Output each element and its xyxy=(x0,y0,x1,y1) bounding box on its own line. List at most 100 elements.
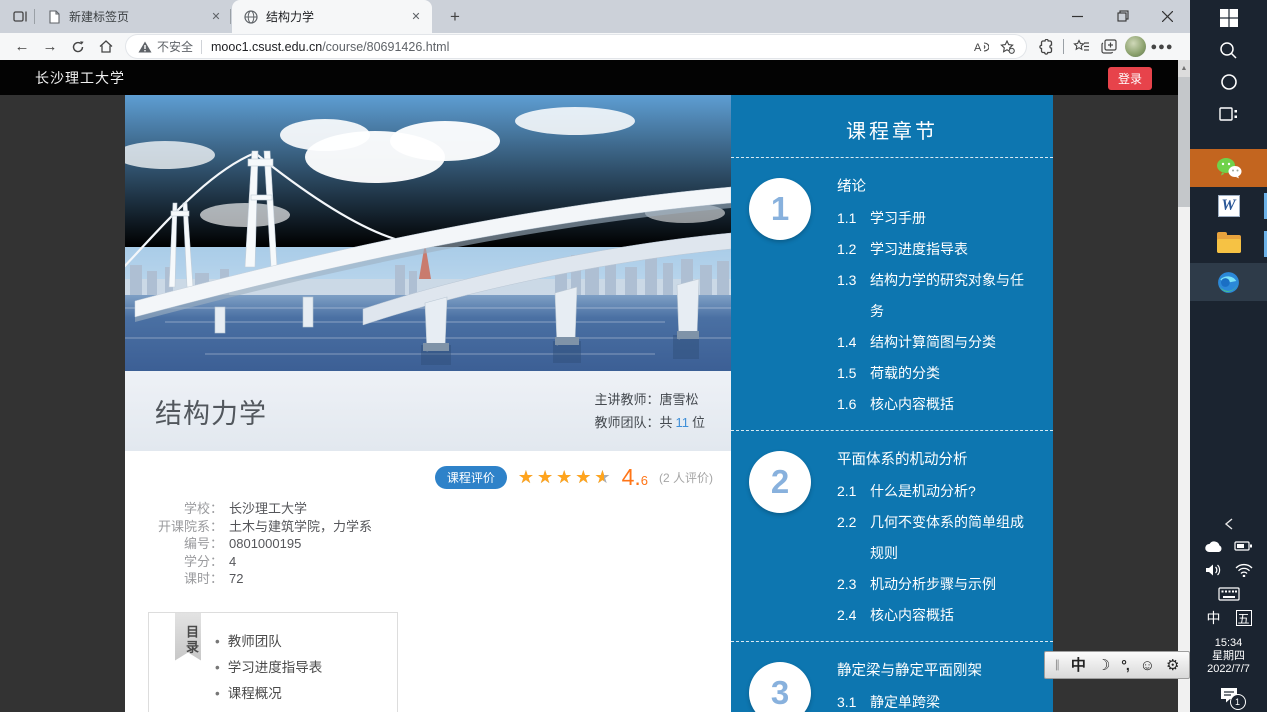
chapter-item[interactable]: 1.1学习手册 xyxy=(837,203,1033,234)
collections-icon[interactable] xyxy=(1095,35,1123,59)
chapter-title[interactable]: 绪论 xyxy=(837,172,1033,203)
security-warning-label[interactable]: 不安全 xyxy=(157,38,193,55)
taskbar-edge-button[interactable] xyxy=(1190,263,1267,301)
taskbar-file-explorer-button[interactable] xyxy=(1190,225,1267,263)
taskbar-search-button[interactable] xyxy=(1190,34,1267,66)
toc-item[interactable]: •教师团队 xyxy=(215,629,397,655)
volume-icon[interactable] xyxy=(1204,559,1224,581)
chapter-item-label: 机动分析步骤与示例 xyxy=(870,569,1033,600)
course-rating-badge[interactable]: 课程评价 xyxy=(435,466,507,489)
info-label: 编号： xyxy=(125,535,223,553)
task-view-button[interactable] xyxy=(1190,98,1267,130)
toc-item-label: 结构设计大赛作品展 xyxy=(228,707,350,712)
url-domain[interactable]: mooc1.csust.edu.cn xyxy=(211,40,322,54)
profile-avatar[interactable] xyxy=(1125,36,1146,57)
chapter-title[interactable]: 平面体系的机动分析 xyxy=(837,445,1033,476)
toc-item[interactable]: •结构设计大赛作品展 xyxy=(215,707,397,712)
taskbar-clock[interactable]: 15:34 星期四 2022/7/7 xyxy=(1207,637,1250,676)
address-bar[interactable]: 不安全 mooc1.csust.edu.cn /course/80691426.… xyxy=(126,35,1026,58)
ime-fullwidth-moon-icon[interactable]: ☽ xyxy=(1097,658,1110,673)
minimize-button[interactable] xyxy=(1055,0,1100,32)
tab-course-page[interactable]: 结构力学 ✕ xyxy=(232,0,432,33)
restore-button[interactable] xyxy=(1100,0,1145,32)
home-icon xyxy=(99,40,113,53)
rating-score: 4.6 xyxy=(622,464,648,491)
tab-actions-menu-button[interactable] xyxy=(7,5,33,28)
taskbar-wechat-button[interactable] xyxy=(1190,149,1267,187)
home-button[interactable] xyxy=(92,35,120,59)
ime-emoji-icon[interactable]: ☺ xyxy=(1140,658,1155,673)
chapter-item[interactable]: 3.1静定单跨梁 xyxy=(837,687,1033,712)
course-banner-image xyxy=(125,95,731,371)
edge-icon xyxy=(1216,270,1241,295)
chapter-item[interactable]: 1.3结构力学的研究对象与任务 xyxy=(837,265,1033,327)
ime-settings-icon[interactable]: ⚙ xyxy=(1166,658,1179,673)
tray-expand-chevron[interactable] xyxy=(1219,514,1239,534)
score-integer: 4. xyxy=(622,464,641,490)
chapter-title[interactable]: 静定梁与静定平面刚架 xyxy=(837,656,1033,687)
star-icon: ★★ xyxy=(594,468,610,486)
ime-language-indicator[interactable]: 中 xyxy=(1204,607,1224,629)
chapter-item[interactable]: 2.4核心内容概括 xyxy=(837,600,1033,631)
chapter-item[interactable]: 2.1什么是机动分析? xyxy=(837,476,1033,507)
refresh-button[interactable] xyxy=(64,35,92,59)
team-count[interactable]: 11 xyxy=(675,415,689,430)
tab-divider xyxy=(230,9,231,24)
chapter-item-label: 几何不变体系的简单组成规则 xyxy=(870,507,1033,569)
globe-icon xyxy=(244,10,258,24)
ime-chinese-mode-icon[interactable]: 中 xyxy=(1071,658,1086,673)
login-button[interactable]: 登录 xyxy=(1108,67,1152,90)
wifi-icon[interactable] xyxy=(1234,559,1254,581)
page-scrollbar[interactable]: ▲ xyxy=(1178,60,1190,712)
ime-toolbar[interactable]: ∥ 中 ☽ °, ☺ ⚙ xyxy=(1044,651,1190,679)
toc-item[interactable]: •学习进度指导表 xyxy=(215,655,397,681)
ime-layout-indicator[interactable]: 五 xyxy=(1236,610,1252,626)
wechat-icon xyxy=(1216,157,1242,179)
chapter-number-badge: 1 xyxy=(749,178,811,240)
new-tab-button[interactable]: + xyxy=(442,5,468,28)
scrollbar-up-arrow[interactable]: ▲ xyxy=(1178,60,1190,77)
team-label: 教师团队：共 xyxy=(594,415,672,430)
course-title: 结构力学 xyxy=(155,392,267,431)
chapter-item[interactable]: 2.3机动分析步骤与示例 xyxy=(837,569,1033,600)
star-icon: ★★ xyxy=(518,468,534,486)
extensions-icon[interactable] xyxy=(1032,35,1060,59)
taskbar-word-button[interactable]: W xyxy=(1190,187,1267,225)
settings-menu-button[interactable]: ●●● xyxy=(1148,35,1176,59)
chapter-item-number: 1.3 xyxy=(837,265,870,327)
toc-item[interactable]: •课程概况 xyxy=(215,681,397,707)
tab-close-icon[interactable]: ✕ xyxy=(408,9,424,25)
info-value: 4 xyxy=(229,553,236,571)
tab-new-tab-page[interactable]: 新建标签页 ✕ xyxy=(36,0,232,33)
cortana-button[interactable] xyxy=(1190,66,1267,98)
chapter-item[interactable]: 1.6核心内容概括 xyxy=(837,389,1033,420)
favorites-bar-icon[interactable] xyxy=(1067,35,1095,59)
chapter-item[interactable]: 2.2几何不变体系的简单组成规则 xyxy=(837,507,1033,569)
tab-title: 新建标签页 xyxy=(69,8,200,25)
chapter-item[interactable]: 1.5荷载的分类 xyxy=(837,358,1033,389)
taskbar-tray: 中 五 15:34 星期四 2022/7/7 1 xyxy=(1204,514,1254,712)
tab-strip: 新建标签页 ✕ 结构力学 ✕ + xyxy=(0,0,1190,33)
ime-drag-handle[interactable]: ∥ xyxy=(1054,660,1060,671)
page-icon xyxy=(48,10,61,24)
action-center-button[interactable]: 1 xyxy=(1219,684,1239,706)
chapter-item[interactable]: 1.4结构计算简图与分类 xyxy=(837,327,1033,358)
chapter-item[interactable]: 1.2学习进度指导表 xyxy=(837,234,1033,265)
url-path[interactable]: /course/80691426.html xyxy=(322,40,449,54)
start-button[interactable] xyxy=(1190,2,1267,34)
power-battery-icon[interactable] xyxy=(1234,535,1254,557)
close-window-button[interactable] xyxy=(1145,0,1190,32)
scrollbar-thumb[interactable] xyxy=(1178,77,1190,207)
ime-punctuation-icon[interactable]: °, xyxy=(1121,658,1129,672)
teacher-label: 主讲教师： xyxy=(594,392,659,407)
touch-keyboard-icon[interactable] xyxy=(1218,583,1240,605)
tab-close-icon[interactable]: ✕ xyxy=(208,9,224,25)
back-button[interactable]: ← xyxy=(8,35,36,59)
chapters-sidebar: 课程章节 1绪论1.1学习手册1.2学习进度指导表1.3结构力学的研究对象与任务… xyxy=(731,95,1053,712)
course-info-list: 学校：长沙理工大学开课院系：土木与建筑学院，力学系编号：0801000195学分… xyxy=(125,500,731,588)
forward-button[interactable]: → xyxy=(36,35,64,59)
read-aloud-button[interactable]: A xyxy=(968,37,994,57)
favorites-star-button[interactable] xyxy=(994,37,1020,57)
onedrive-icon[interactable] xyxy=(1204,535,1224,557)
info-value: 长沙理工大学 xyxy=(229,500,307,518)
